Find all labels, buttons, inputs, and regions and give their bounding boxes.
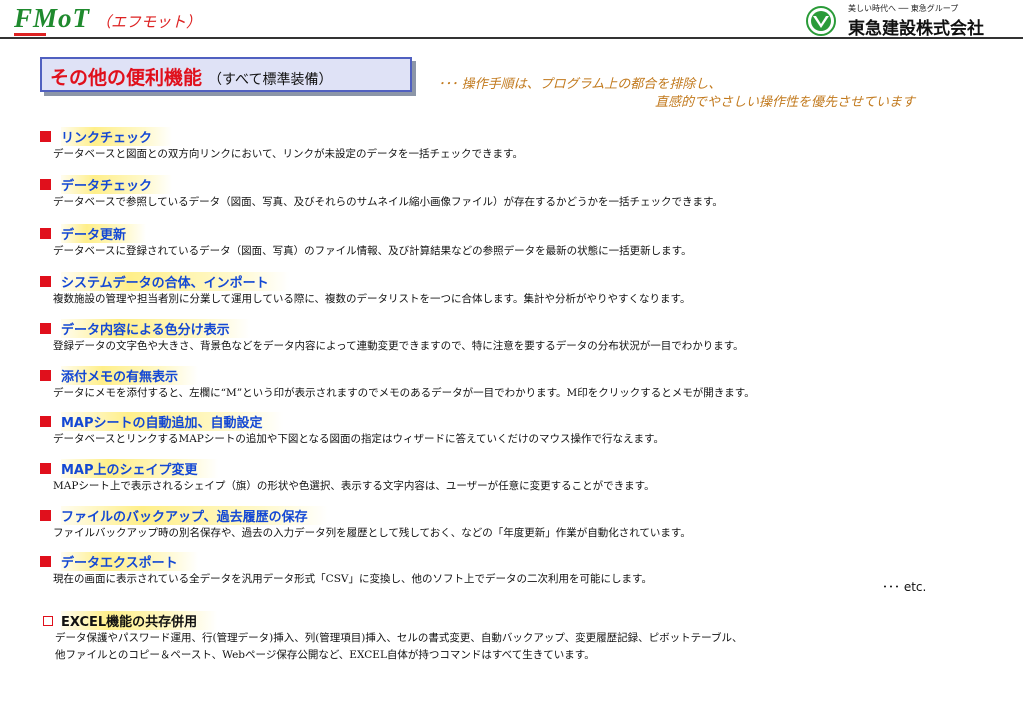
note-line-2: 直感的でやさしい操作性を優先させています bbox=[655, 95, 916, 110]
feature-item: ファイルのバックアップ、過去履歴の保存 ファイルバックアップ時の別名保存や、過去… bbox=[0, 506, 1000, 553]
feature-description: MAPシート上で表示されるシェイプ（旗）の形状や色選択、表示する文字内容は、ユー… bbox=[53, 480, 655, 492]
feature-item: データエクスポート 現在の画面に表示されている全データを汎用データ形式「CSV」… bbox=[0, 552, 1000, 599]
feature-item: 添付メモの有無表示 データにメモを添付すると、左欄に“M”という印が表示されます… bbox=[0, 366, 1000, 413]
feature-item: データチェック データベースで参照しているデータ（図面、写真、及びそれらのサムネ… bbox=[0, 175, 1000, 222]
feature-item: MAPシートの自動追加、自動設定 データベースとリンクするMAPシートの追加や下… bbox=[0, 412, 1000, 459]
feature-title: MAPシートの自動追加、自動設定 bbox=[61, 412, 283, 431]
page-title: その他の便利機能 bbox=[50, 67, 203, 89]
bullet-icon bbox=[40, 179, 51, 190]
feature-description: データにメモを添付すると、左欄に“M”という印が表示されますのでメモのあるデータ… bbox=[53, 387, 755, 399]
tokyu-logo-icon bbox=[806, 6, 836, 36]
feature-title: リンクチェック bbox=[61, 127, 173, 146]
feature-title: 添付メモの有無表示 bbox=[61, 366, 199, 385]
bullet-icon bbox=[40, 276, 51, 287]
brand-name: FMoT bbox=[14, 3, 91, 33]
feature-description: 登録データの文字色や大きさ、背景色などをデータ内容によって連動変更できますので、… bbox=[53, 340, 744, 352]
bullet-icon bbox=[40, 463, 51, 474]
bullet-icon bbox=[40, 323, 51, 334]
page-header: FMoT （エフモット） 美しい時代へ ── 東急グループ 東急建設株式会社 bbox=[0, 0, 1023, 40]
feature-description: 現在の画面に表示されている全データを汎用データ形式「CSV」に変換し、他のソフト… bbox=[53, 573, 652, 585]
feature-item: リンクチェック データベースと図面との双方向リンクにおいて、リンクが未設定のデー… bbox=[0, 127, 1000, 174]
feature-title: データ内容による色分け表示 bbox=[61, 319, 250, 338]
feature-title: データ更新 bbox=[61, 224, 147, 243]
excel-description-line-1: データ保護やパスワード運用、行(管理データ)挿入、列(管理項目)挿入、セルの書式… bbox=[55, 632, 743, 644]
excel-title: EXCEL機能の共存併用 bbox=[61, 611, 218, 630]
feature-title: データエクスポート bbox=[61, 552, 198, 571]
header-divider bbox=[0, 37, 1023, 39]
brand-underline bbox=[14, 33, 46, 36]
feature-description: データベースで参照しているデータ（図面、写真、及びそれらのサムネイル縮小画像ファ… bbox=[53, 196, 723, 208]
company-logo: 美しい時代へ ── 東急グループ 東急建設株式会社 bbox=[806, 2, 1016, 39]
etc-label: ･･･ etc. bbox=[882, 580, 927, 594]
hollow-bullet-icon bbox=[43, 615, 53, 626]
logo-tagline: 美しい時代へ ── 東急グループ bbox=[848, 4, 959, 13]
feature-item: MAP上のシェイプ変更 MAPシート上で表示されるシェイプ（旗）の形状や色選択、… bbox=[0, 459, 1000, 506]
brand-title: FMoT （エフモット） bbox=[14, 3, 201, 34]
brand-subtitle: （エフモット） bbox=[96, 13, 202, 31]
feature-title: MAP上のシェイプ変更 bbox=[61, 459, 218, 478]
page-subtitle: （すべて標準装備） bbox=[208, 72, 333, 88]
section-title-box: その他の便利機能 （すべて標準装備） bbox=[40, 57, 412, 92]
feature-item: データ更新 データベースに登録されているデータ（図面、写真）のファイル情報、及び… bbox=[0, 224, 1000, 271]
bullet-icon bbox=[40, 228, 51, 239]
feature-description: ファイルバックアップ時の別名保存や、過去の入力データ列を履歴として残しておく、な… bbox=[53, 527, 691, 539]
bullet-icon bbox=[40, 131, 51, 142]
excel-feature: EXCEL機能の共存併用 データ保護やパスワード運用、行(管理データ)挿入、列(… bbox=[0, 611, 1000, 672]
bullet-icon bbox=[40, 510, 51, 521]
feature-title: データチェック bbox=[61, 175, 173, 194]
feature-description: データベースと図面との双方向リンクにおいて、リンクが未設定のデータを一括チェック… bbox=[53, 148, 523, 160]
company-name: 東急建設株式会社 bbox=[848, 19, 984, 39]
feature-item: システムデータの合体、インポート 複数施設の管理や担当者別に分業して運用している… bbox=[0, 272, 1000, 319]
note-line-1: ･･･ 操作手順は、プログラム上の都合を排除し、 bbox=[438, 77, 722, 92]
feature-title: システムデータの合体、インポート bbox=[61, 272, 289, 291]
bullet-icon bbox=[40, 416, 51, 427]
bullet-icon bbox=[40, 556, 51, 567]
feature-description: データベースとリンクするMAPシートの追加や下図となる図面の指定はウィザードに答… bbox=[53, 433, 664, 445]
feature-title: ファイルのバックアップ、過去履歴の保存 bbox=[61, 506, 328, 525]
bullet-icon bbox=[40, 370, 51, 381]
feature-item: データ内容による色分け表示 登録データの文字色や大きさ、背景色などをデータ内容に… bbox=[0, 319, 1000, 366]
excel-description-line-2: 他ファイルとのコピー＆ペースト、Webページ保存公開など、EXCEL自体が持つコ… bbox=[55, 649, 595, 661]
feature-description: 複数施設の管理や担当者別に分業して運用している際に、複数のデータリストを一つに合… bbox=[53, 293, 691, 305]
feature-description: データベースに登録されているデータ（図面、写真）のファイル情報、及び計算結果など… bbox=[53, 245, 692, 257]
